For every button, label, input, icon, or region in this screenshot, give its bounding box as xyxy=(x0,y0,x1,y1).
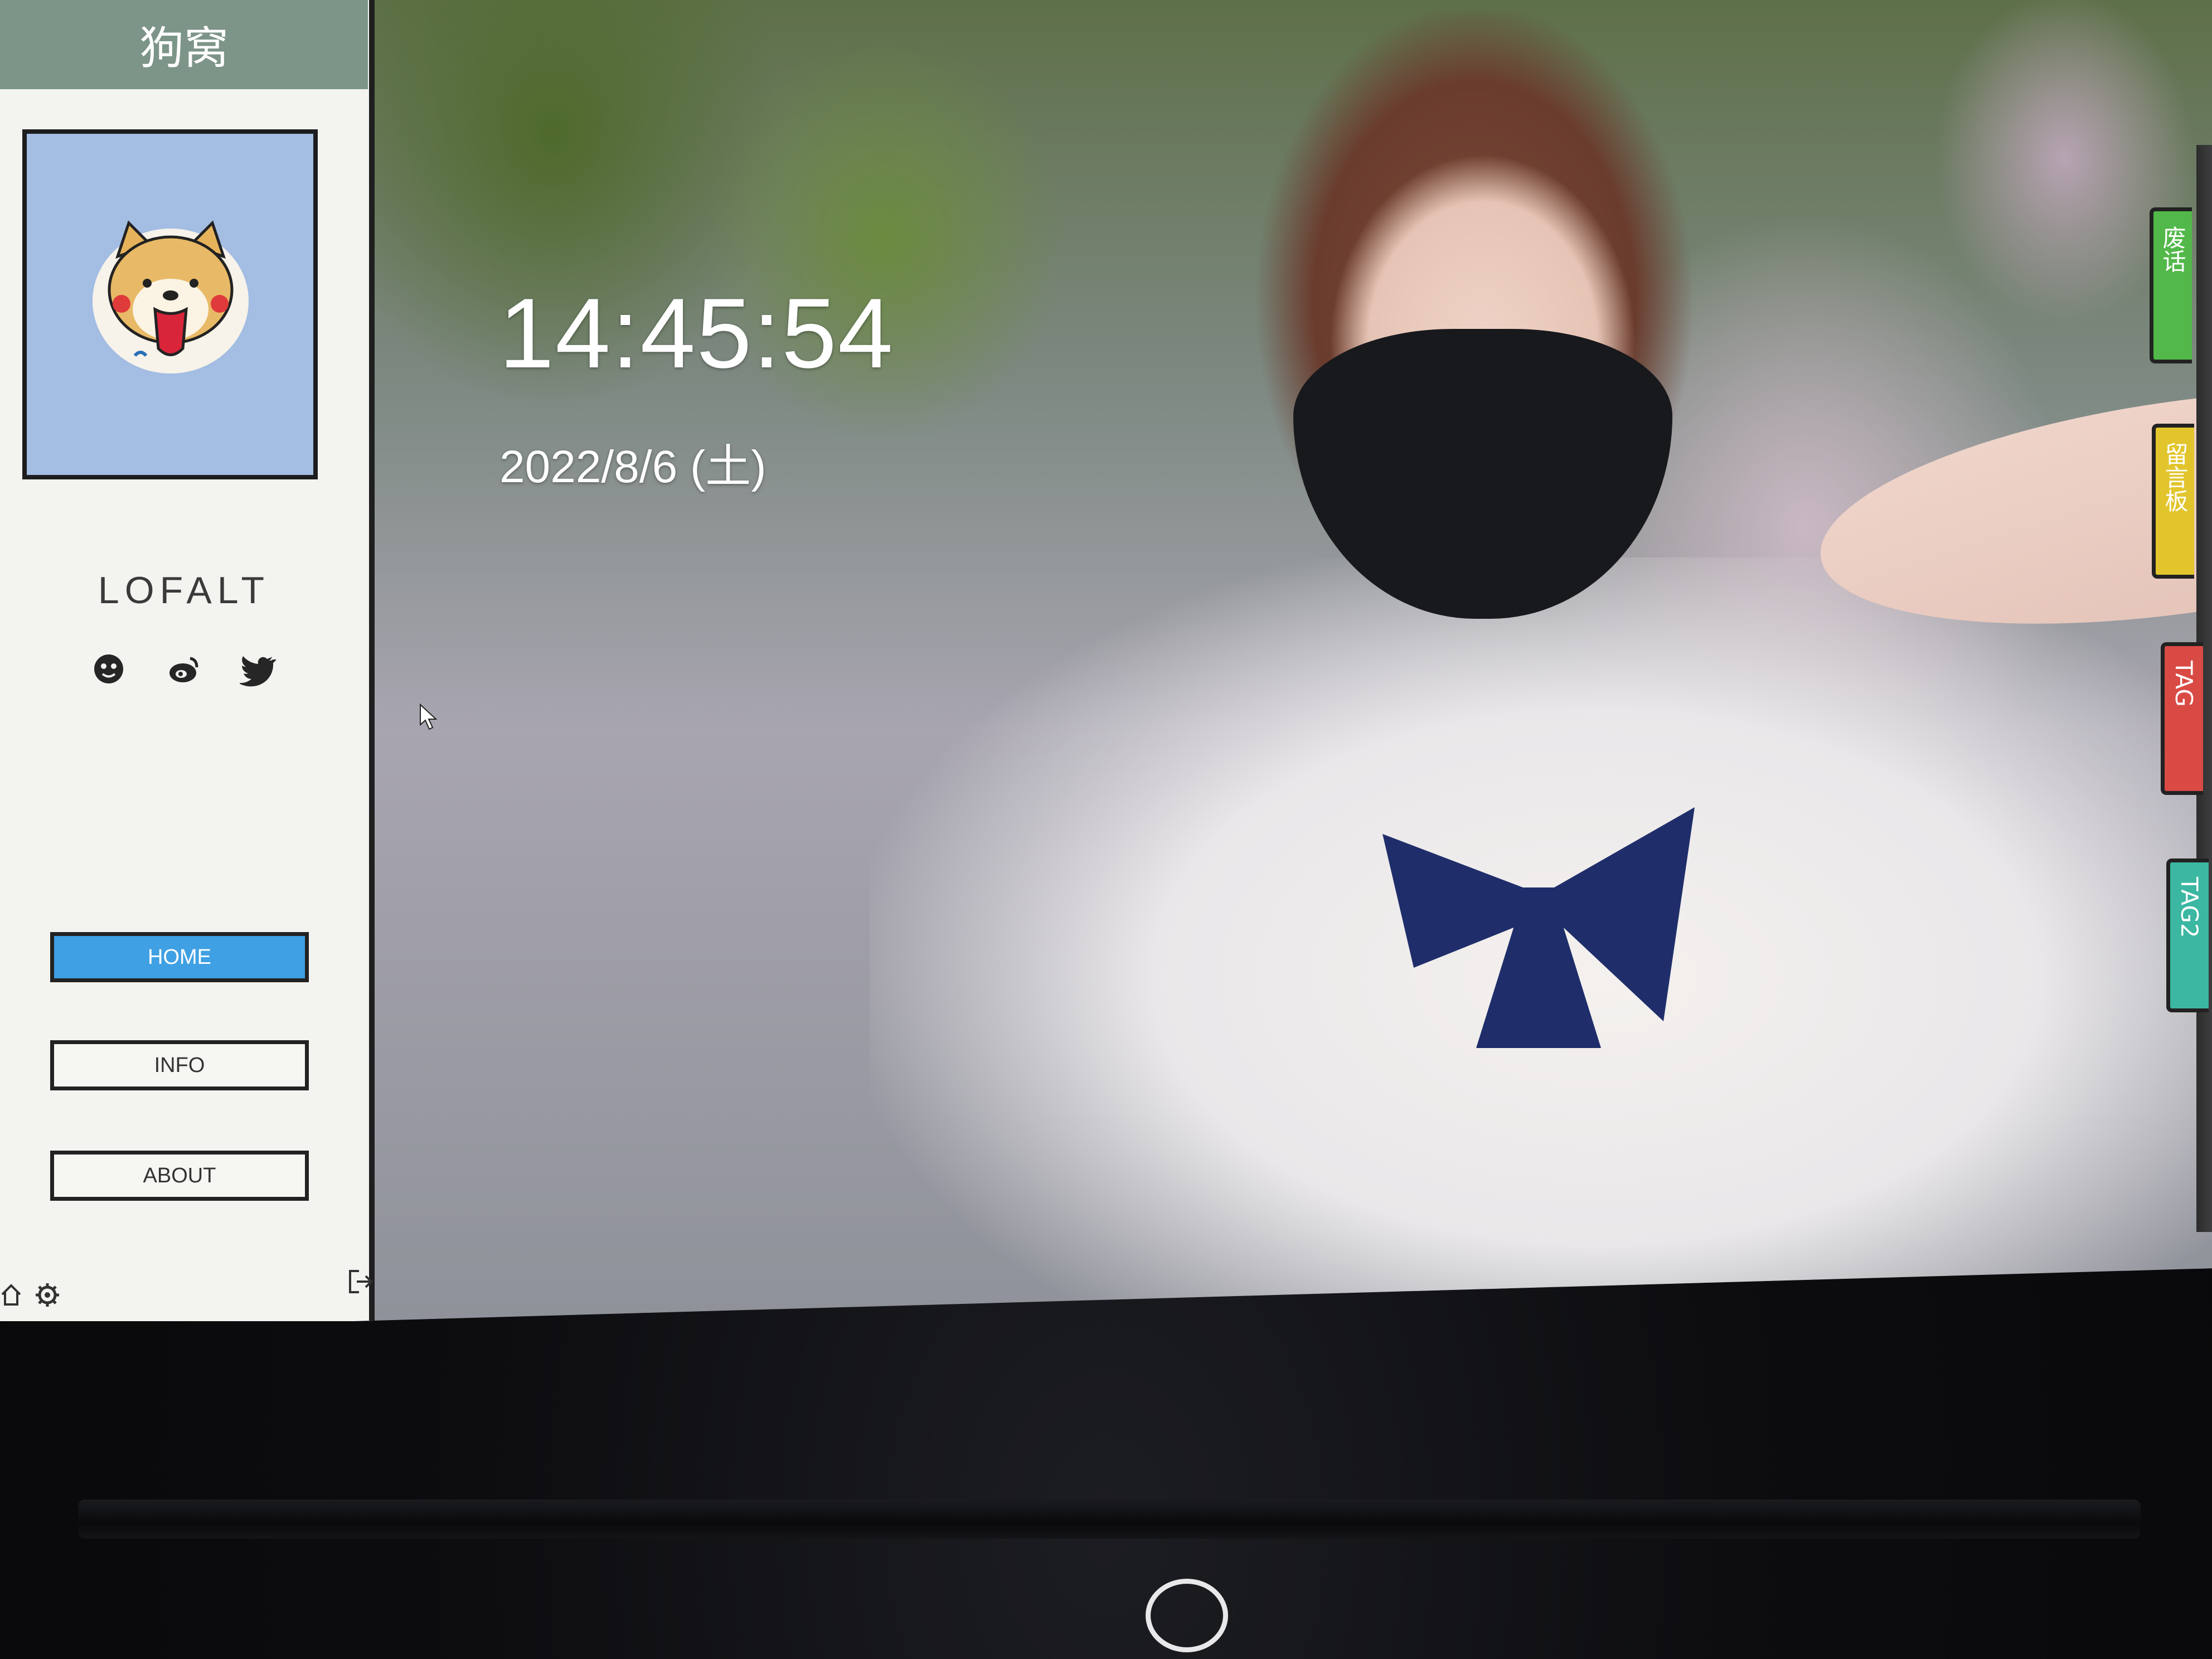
side-tab-label: 留言板 xyxy=(2161,442,2189,512)
clock-time: 14:45:54 xyxy=(499,278,894,389)
sidebar: 狗窝 LOFALT HOME INFO ABOUT xyxy=(0,0,375,1321)
username: LOFALT xyxy=(98,569,270,612)
sidebar-footer xyxy=(0,1270,373,1310)
side-tab-label: TAG2 xyxy=(2176,877,2203,938)
clock-date: 2022/8/6 (土) xyxy=(499,442,767,492)
nav-home-button[interactable]: HOME xyxy=(50,932,309,982)
side-tab-feihua[interactable]: 废话 xyxy=(2150,207,2192,363)
nav-info-button[interactable]: INFO xyxy=(50,1040,309,1090)
twitter-icon[interactable] xyxy=(238,649,279,688)
side-tab-label: 废话 xyxy=(2159,226,2186,273)
side-tab-message-board[interactable]: 留言板 xyxy=(2152,424,2194,579)
weibo-icon[interactable] xyxy=(164,649,203,688)
wallpaper-photo xyxy=(368,0,2212,1321)
side-tab-label: TAG xyxy=(2170,661,2198,707)
mouse-cursor-icon xyxy=(420,704,438,730)
social-links xyxy=(89,649,279,688)
face-icon[interactable] xyxy=(89,649,128,688)
avatar[interactable] xyxy=(22,129,318,479)
site-title[interactable]: 狗窝 xyxy=(0,0,368,89)
nav-about-button[interactable]: ABOUT xyxy=(50,1151,309,1201)
gear-icon[interactable] xyxy=(35,1282,60,1308)
home-icon[interactable] xyxy=(0,1282,22,1307)
logout-icon[interactable] xyxy=(347,1269,373,1294)
dog-avatar-icon xyxy=(93,220,249,373)
side-tab-tag[interactable]: TAG xyxy=(2161,642,2203,795)
power-button-ring[interactable] xyxy=(1146,1579,1228,1652)
screen: 14:45:54 2022/8/6 (土) 废话 留言板 TAG TAG2 狗窝 xyxy=(0,0,2212,1321)
side-tab-tag2[interactable]: TAG2 xyxy=(2166,858,2209,1012)
monitor-hinge xyxy=(78,1500,2141,1539)
